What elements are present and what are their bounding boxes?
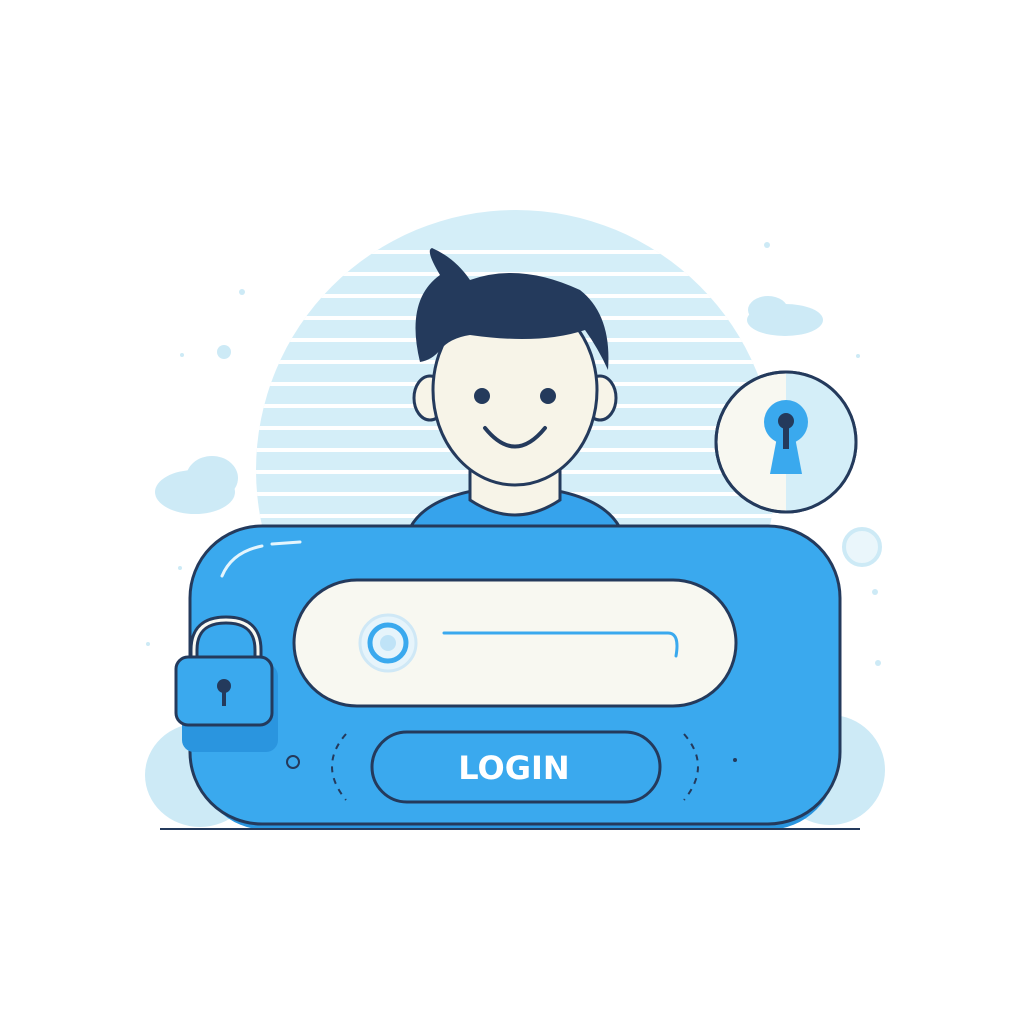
login-button[interactable]: LOGIN [331, 730, 699, 804]
login-button-label: LOGIN [458, 749, 569, 787]
login-illustration: LOGIN [0, 0, 1024, 1024]
login-input-field[interactable] [292, 578, 738, 708]
circle-icon [358, 613, 418, 673]
bubble-decoration [842, 527, 882, 567]
panel-dot-right [733, 758, 737, 762]
keyhole-badge [714, 370, 858, 514]
